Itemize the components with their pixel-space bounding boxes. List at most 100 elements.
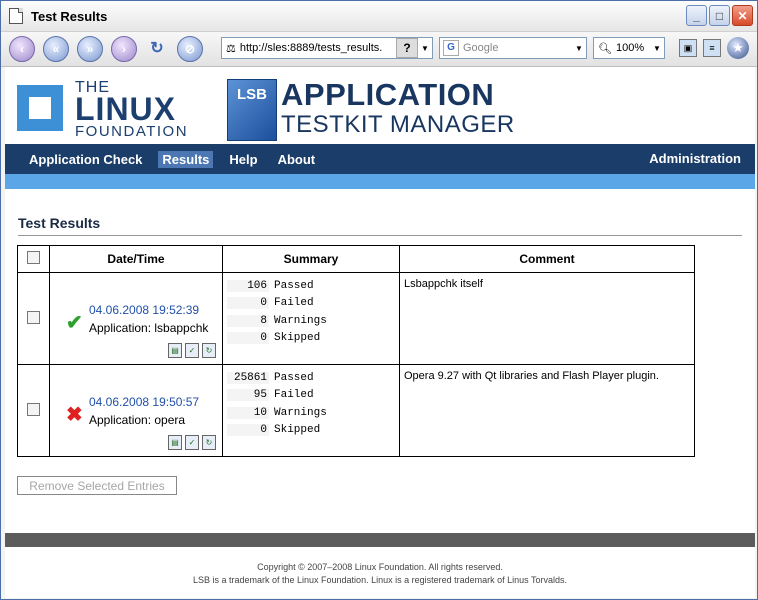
table-header-row: Date/Time Summary Comment: [17, 245, 695, 273]
report-icon[interactable]: ▤: [168, 435, 182, 450]
results-table: Date/Time Summary Comment ✔ 04.06.2008 1…: [17, 245, 695, 457]
result-application: Application: lsbappchk: [89, 321, 209, 335]
back-icon[interactable]: ‹: [9, 36, 35, 62]
datetime-header: Date/Time: [49, 245, 223, 273]
footer: Copyright © 2007–2008 Linux Foundation. …: [5, 561, 755, 587]
summary-num: 0: [227, 297, 269, 310]
nav-application-check[interactable]: Application Check: [25, 151, 146, 168]
minimize-icon[interactable]: _: [686, 5, 707, 26]
app-title-line2: TESTKIT MANAGER: [281, 111, 515, 138]
summary-num: 0: [227, 424, 269, 437]
forward-icon[interactable]: »: [77, 36, 103, 62]
window-title: Test Results: [31, 8, 108, 24]
summary-warnings: 10 Warnings: [227, 404, 399, 422]
summary-num: 106: [227, 279, 269, 292]
zoom-control[interactable]: 🔍︎ 100% ▼: [593, 37, 665, 59]
google-icon: G: [443, 40, 459, 56]
select-all-checkbox[interactable]: [27, 251, 40, 264]
lsb-box-icon: LSB: [227, 79, 277, 141]
main-nav: Application Check Results Help About Adm…: [5, 144, 755, 174]
window-controls: _ □ ✕: [686, 5, 753, 26]
linux-foundation-logo[interactable]: THE LINUX FOUNDATION: [17, 79, 205, 140]
url-dropdown-icon[interactable]: ▼: [418, 44, 432, 53]
rerun-icon[interactable]: ↻: [202, 343, 216, 358]
summary-failed: 0 Failed: [227, 295, 399, 313]
summary-num: 10: [227, 406, 269, 419]
verify-icon[interactable]: ✓: [185, 343, 199, 358]
search-box[interactable]: G Google ▼: [439, 37, 587, 59]
stop-icon[interactable]: ⊘: [177, 36, 203, 62]
address-bar[interactable]: ⚖ http://sles:8889/tests_results. ? ▼: [221, 37, 433, 59]
summary-num: 0: [227, 332, 269, 345]
nav-about[interactable]: About: [274, 151, 320, 168]
summary-label: Skipped: [274, 424, 321, 437]
report-icon[interactable]: ▤: [168, 343, 182, 358]
row-select-cell: [17, 272, 50, 365]
cross-icon: ✖: [66, 404, 83, 426]
heading-divider: [18, 235, 742, 236]
check-icon: ✔: [66, 312, 83, 334]
comment-header: Comment: [399, 245, 695, 273]
rerun-icon[interactable]: ↻: [202, 435, 216, 450]
summary-warnings: 8 Warnings: [227, 312, 399, 330]
zoom-level: 100%: [615, 42, 645, 54]
datetime-cell: ✖ 04.06.2008 19:50:57 Application: opera…: [49, 364, 223, 457]
summary-failed: 95 Failed: [227, 387, 399, 405]
remove-selected-button[interactable]: Remove Selected Entries: [17, 476, 177, 495]
footer-bar: [5, 533, 755, 547]
row-select-cell: [17, 364, 50, 457]
search-dropdown-icon[interactable]: ▼: [572, 44, 586, 53]
sub-nav-bar: [5, 174, 755, 189]
url-input[interactable]: http://sles:8889/tests_results.: [240, 42, 396, 54]
summary-num: 95: [227, 389, 269, 402]
summary-skipped: 0 Skipped: [227, 330, 399, 348]
maximize-icon[interactable]: □: [709, 5, 730, 26]
result-date-link[interactable]: 04.06.2008 19:52:39: [89, 303, 199, 317]
site-info-icon[interactable]: ?: [396, 38, 418, 58]
verify-icon[interactable]: ✓: [185, 435, 199, 450]
lf-square-icon: [17, 85, 63, 131]
summary-label: Warnings: [274, 406, 327, 419]
summary-passed: 25861 Passed: [227, 369, 399, 387]
comment-cell: Opera 9.27 with Qt libraries and Flash P…: [399, 364, 695, 457]
row-checkbox[interactable]: [27, 310, 40, 324]
summary-header: Summary: [222, 245, 400, 273]
summary-label: Failed: [274, 297, 314, 310]
magnifier-icon: 🔍︎: [598, 42, 612, 55]
summary-cell: 25861 Passed 95 Failed 10 Warnings 0 Skipped: [222, 364, 400, 457]
copyright-text: Copyright © 2007–2008 Linux Foundation. …: [257, 562, 503, 572]
document-icon[interactable]: ≡: [703, 39, 721, 57]
close-icon[interactable]: ✕: [732, 5, 753, 26]
browser-window: Test Results _ □ ✕ ‹ « » › ↻ ⊘ ⚖ http://…: [0, 0, 758, 600]
select-all-header: [17, 245, 50, 273]
nav-administration[interactable]: Administration: [649, 151, 741, 166]
browser-toolbar: ‹ « » › ↻ ⊘ ⚖ http://sles:8889/tests_res…: [1, 32, 757, 67]
star-icon[interactable]: ★: [727, 37, 749, 59]
trademark-text: LSB is a trademark of the Linux Foundati…: [192, 575, 568, 585]
zoom-dropdown-icon[interactable]: ▼: [650, 44, 664, 53]
title-bar: Test Results _ □ ✕: [1, 1, 757, 32]
summary-passed: 106 Passed: [227, 277, 399, 295]
page-icon: [9, 8, 23, 24]
logo-foundation: FOUNDATION: [75, 123, 189, 140]
back-history-icon[interactable]: «: [43, 36, 69, 62]
row-checkbox[interactable]: [27, 402, 40, 416]
site-icon: ⚖: [226, 42, 236, 55]
forward-history-icon[interactable]: ›: [111, 36, 137, 62]
reload-icon[interactable]: ↻: [145, 37, 169, 61]
summary-num: 8: [227, 314, 269, 327]
nav-results[interactable]: Results: [158, 150, 214, 168]
table-row: ✖ 04.06.2008 19:50:57 Application: opera…: [17, 364, 695, 457]
result-date-link[interactable]: 04.06.2008 19:50:57: [89, 395, 199, 409]
nav-help[interactable]: Help: [225, 151, 261, 168]
search-input[interactable]: Google: [463, 42, 572, 54]
summary-label: Failed: [274, 389, 314, 402]
summary-label: Warnings: [274, 314, 327, 327]
comment-cell: Lsbappchk itself: [399, 272, 695, 365]
site-header: THE LINUX FOUNDATION LSB APPLICATION TES…: [5, 67, 755, 144]
image-icon[interactable]: ▣: [679, 39, 697, 57]
result-application: Application: opera: [89, 413, 186, 427]
page-content: THE LINUX FOUNDATION LSB APPLICATION TES…: [5, 67, 755, 598]
app-title-line1: APPLICATION: [281, 77, 495, 112]
summary-label: Skipped: [274, 332, 321, 345]
